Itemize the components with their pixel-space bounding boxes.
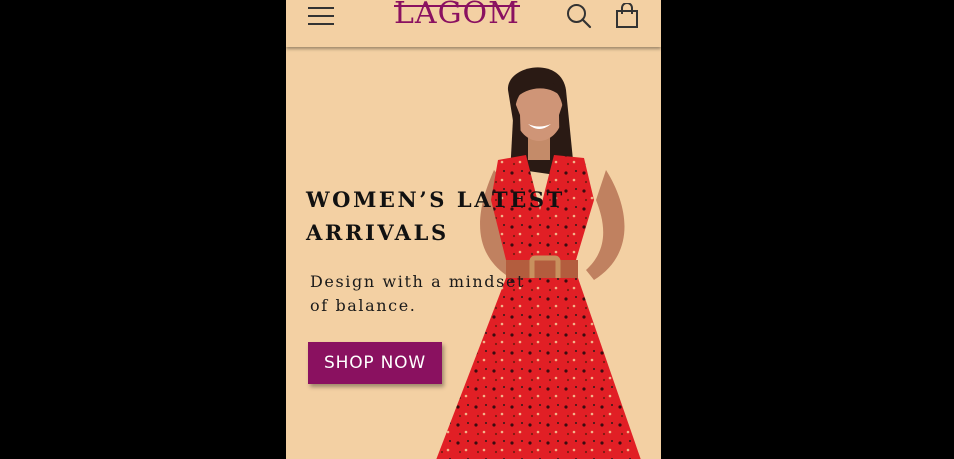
mobile-viewport: LAGOM WOMEN’S LATEST ARRIVALS Design wit… [286, 0, 661, 459]
hamburger-menu-icon[interactable] [308, 5, 336, 27]
tagline-line-1: Design with a mindset [310, 272, 526, 291]
site-header: LAGOM [286, 0, 661, 47]
logo-bar [394, 5, 520, 7]
search-icon[interactable] [566, 3, 592, 29]
shopping-bag-icon[interactable] [615, 2, 639, 29]
hero-headline: WOMEN’S LATEST ARRIVALS [306, 183, 626, 249]
headline-line-2: ARRIVALS [306, 220, 449, 245]
brand-logo[interactable]: LAGOM [394, 0, 520, 31]
hero-tagline: Design with a mindset of balance. [310, 270, 550, 318]
headline-line-1: WOMEN’S LATEST [306, 187, 565, 212]
tagline-line-2: of balance. [310, 296, 417, 315]
shop-now-button[interactable]: SHOP NOW [308, 342, 442, 384]
hero-model-image [436, 60, 661, 459]
